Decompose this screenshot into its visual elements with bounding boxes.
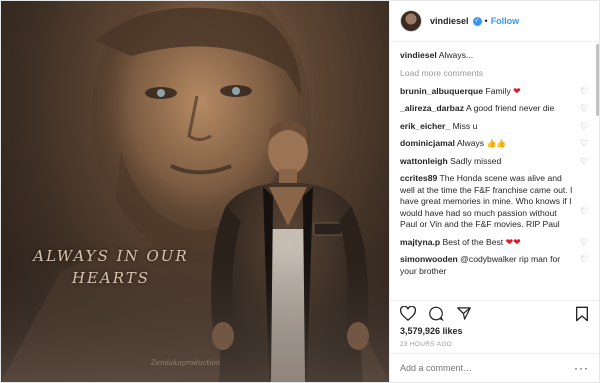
action-bar [390,300,599,326]
comment-like-heart-icon[interactable]: ♡ [580,255,589,264]
red-heart-emoji-icon: ❤ [513,85,521,96]
caption-username[interactable]: vindiesel [400,50,437,60]
comment-like-heart-icon[interactable]: ♡ [580,104,589,113]
overlay-caption: ALWAYS IN OUR HEARTS [11,245,211,289]
comment-text: A good friend never die [465,103,555,113]
comment-username[interactable]: _alireza_darbaz [400,103,464,113]
comment-text: Always [456,138,485,148]
header-username[interactable]: vindiesel [430,16,469,26]
post-header: vindiesel ✓ • Follow [390,1,599,42]
comment-item: majtyna.p Best of the Best ❤❤ ♡ [400,237,589,249]
comment-like-heart-icon[interactable]: ♡ [580,121,589,131]
comment-text: Sadly missed [450,155,502,166]
comment-text: Best of the Best [442,236,504,247]
comment-username[interactable]: erik_eicher_ [400,121,450,131]
likes-count[interactable]: 3,579,926 likes [390,326,599,339]
caption: vindiesel Always... [400,50,589,62]
comment-like-heart-icon[interactable]: ♡ [580,237,589,247]
add-comment-input[interactable] [400,363,574,373]
comment-item: brunin_albuquerque Family ❤ ♡ [400,86,589,98]
caption-text: Always... [438,50,474,60]
comment-item: _alireza_darbaz A good friend never die … [400,103,589,115]
tribute-artwork [1,1,389,382]
separator-dot: • [484,16,488,26]
more-options-icon[interactable]: ··· [574,361,589,375]
follow-button[interactable]: Follow [491,16,520,26]
share-paper-plane-icon[interactable] [456,306,472,321]
overlay-line-1: ALWAYS IN OUR [33,247,189,265]
load-more-comments-button[interactable]: Load more comments [400,68,589,78]
comments-list[interactable]: vindiesel Always... Load more comments b… [390,42,599,300]
comment-username[interactable]: majtyna.p [400,237,440,247]
watermark: Zemlakoproduction [151,359,221,367]
post-image[interactable]: ALWAYS IN OUR HEARTS Zemlakoproduction [1,1,389,382]
scrollbar-thumb[interactable] [596,44,599,116]
comment-item: erik_eicher_ Miss u ♡ [400,121,589,133]
like-heart-icon[interactable] [400,306,416,321]
comment-text: Family [485,85,511,96]
comment-item: dominicjamal Always 👍👍 ♡ [400,138,589,150]
comment-like-heart-icon[interactable]: ♡ [580,139,589,148]
comment-text: Miss u [452,120,478,131]
post-sidebar: vindiesel ✓ • Follow vindiesel Always...… [389,1,599,382]
comment-like-heart-icon[interactable]: ♡ [580,207,589,216]
thumbs-up-emoji-icon: 👍👍 [486,139,507,148]
comment-item: ccrites89 The Honda scene was alive and … [400,173,589,231]
comment-username[interactable]: simonwooden [400,254,458,264]
comment-bubble-icon[interactable] [428,306,444,321]
comment-item: wattonleigh Sadly missed ♡ [400,156,589,168]
comments-scrollbar[interactable] [596,42,599,302]
red-hearts-emoji-icon: ❤❤ [505,236,521,247]
save-bookmark-icon[interactable] [575,306,589,322]
comment-item: simonwooden @codybwalker rip man for you… [400,254,589,277]
comment-username[interactable]: wattonleigh [400,156,448,166]
instagram-post: ALWAYS IN OUR HEARTS Zemlakoproduction v… [0,0,600,383]
post-timestamp[interactable]: 23 HOURS AGO [390,339,599,353]
comment-username[interactable]: brunin_albuquerque [400,86,483,96]
verified-badge-icon: ✓ [472,16,482,26]
comment-username[interactable]: ccrites89 [400,173,437,183]
avatar[interactable] [400,10,422,32]
overlay-line-2: HEARTS [71,269,151,287]
comment-like-heart-icon[interactable]: ♡ [580,86,589,96]
comment-like-heart-icon[interactable]: ♡ [580,156,589,166]
add-comment-bar: ··· [390,353,599,382]
comment-username[interactable]: dominicjamal [400,138,455,148]
